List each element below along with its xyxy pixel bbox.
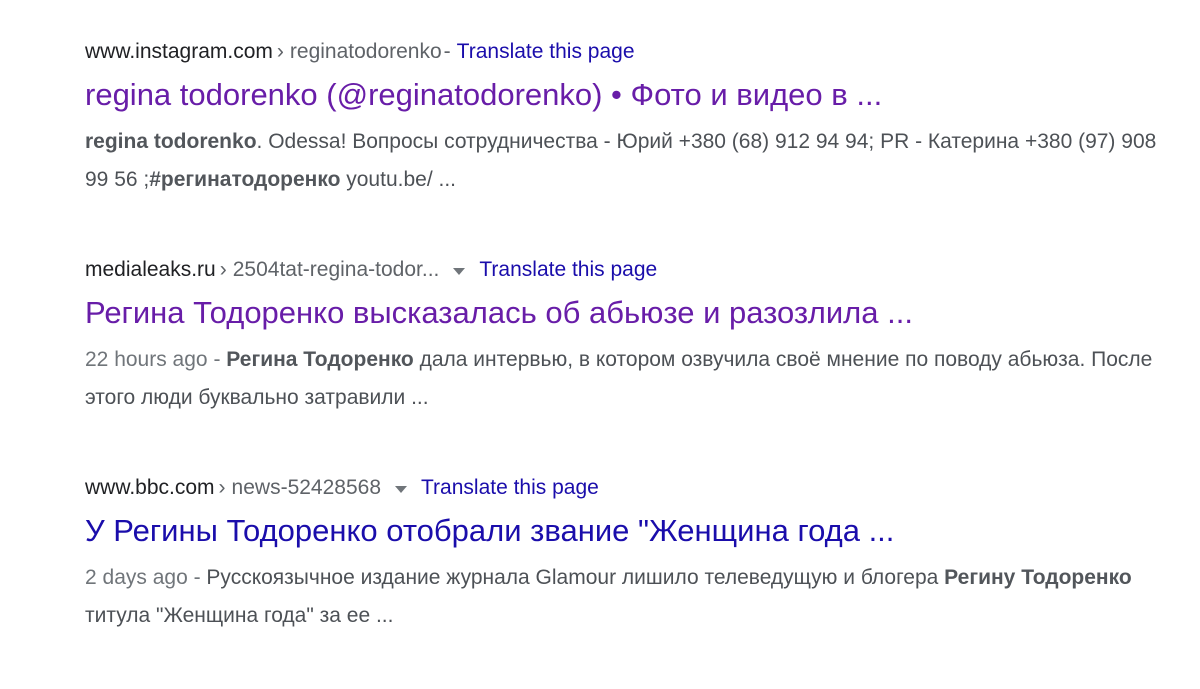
snippet-bold: Регину Тодоренко [944, 566, 1132, 589]
result-domain: medialeaks.ru [85, 258, 216, 281]
result-url: www.bbc.com › news-52428568 Translate th… [85, 473, 1165, 503]
search-result: www.bbc.com › news-52428568 Translate th… [85, 473, 1165, 635]
translate-link[interactable]: Translate this page [479, 255, 657, 285]
result-domain: www.bbc.com [85, 476, 215, 499]
search-result: www.instagram.com › reginatodorenko - Tr… [85, 37, 1165, 199]
result-dash: - [443, 40, 451, 63]
chevron-down-icon[interactable] [453, 267, 466, 275]
snippet-bold: regina todorenko [85, 130, 257, 153]
result-title-link[interactable]: У Регины Тодоренко отобрали звание "Женщ… [85, 511, 1165, 551]
chevron-down-icon[interactable] [395, 485, 407, 493]
result-url: www.instagram.com › reginatodorenko - Tr… [85, 37, 1165, 67]
translate-link[interactable]: Translate this page [457, 37, 635, 67]
result-snippet: 22 hours ago - Регина Тодоренко дала инт… [85, 341, 1165, 417]
snippet-text: титула "Женщина года" за ее ... [85, 604, 394, 627]
result-path: news-52428568 [231, 476, 381, 499]
breadcrumb-separator: › [219, 258, 227, 281]
result-title-link[interactable]: Регина Тодоренко высказалась об абьюзе и… [85, 293, 1165, 333]
date-dash: - [187, 566, 207, 589]
snippet-text: Русскоязычное издание журнала Glamour ли… [206, 566, 945, 589]
breadcrumb-separator: › [218, 476, 226, 499]
result-date: 22 hours ago [85, 348, 208, 371]
breadcrumb-separator: › [276, 40, 284, 63]
result-snippet: regina todorenko. Odessa! Вопросы сотруд… [85, 123, 1165, 199]
result-domain: www.instagram.com [85, 40, 273, 63]
result-path: 2504tat-regina-todor... [232, 258, 440, 281]
snippet-bold: #регинатодоренко [149, 168, 341, 191]
result-snippet: 2 days ago - Русскоязычное издание журна… [85, 559, 1165, 635]
search-result: medialeaks.ru › 2504tat-regina-todor... … [85, 255, 1165, 417]
result-path: reginatodorenko [289, 40, 442, 63]
snippet-bold: Регина Тодоренко [226, 348, 414, 371]
translate-link[interactable]: Translate this page [421, 473, 599, 503]
date-dash: - [207, 348, 227, 371]
result-date: 2 days ago [85, 566, 188, 589]
result-title-link[interactable]: regina todorenko (@reginatodorenko) • Фо… [85, 75, 1165, 115]
snippet-text: youtu.be/ ... [340, 168, 456, 191]
result-url: medialeaks.ru › 2504tat-regina-todor... … [85, 255, 1165, 285]
